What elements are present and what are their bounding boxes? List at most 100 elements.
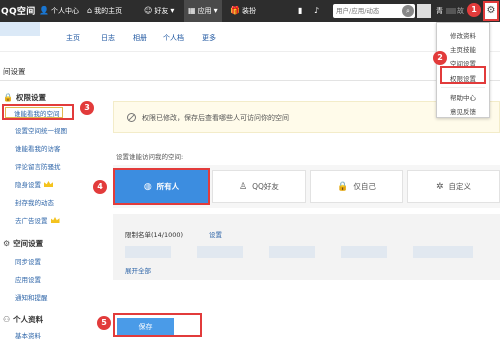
nav-label: 应用 xyxy=(197,7,212,15)
nav-dress-up[interactable]: 🎁 装扮 xyxy=(230,0,256,22)
nav-label: 好友 xyxy=(154,7,169,15)
top-bar: QQ空间 👤 个人中心 ⌂ 我的主页 ☺ 好友 ▾ ▦ 应用 ▾ 🎁 装扮 ▮ … xyxy=(0,0,500,22)
sidebar-item-label: 谁能看我的访客 xyxy=(15,145,61,153)
callout-badge-3: 3 xyxy=(80,101,94,115)
page-header: 主页 日志 相册 个人档 更多 xyxy=(0,22,500,52)
gift-icon: 🎁 xyxy=(230,6,240,15)
option-custom[interactable]: ✲ 自定义 xyxy=(407,170,500,203)
lock-icon: 🔒 xyxy=(3,93,13,102)
signal-icon[interactable]: ▮ xyxy=(298,0,302,22)
callout-box-sidebar-item xyxy=(2,104,74,120)
blurred-contact xyxy=(269,246,315,258)
avatar[interactable] xyxy=(417,4,431,18)
lock-icon: 🔒 xyxy=(337,181,349,192)
option-label: QQ好友 xyxy=(252,182,279,191)
restriction-settings-link[interactable]: 设置 xyxy=(209,229,222,239)
expand-all-link[interactable]: 展开全部 xyxy=(125,265,151,275)
blurred-contact xyxy=(341,246,387,258)
profile-icon: ⚇ xyxy=(3,315,11,324)
sidebar-item-anti-harassment[interactable]: 评论留言防骚扰 xyxy=(15,161,61,171)
nav-label: 装扮 xyxy=(241,7,256,15)
tab-blog[interactable]: 日志 xyxy=(101,33,115,43)
callout-badge-4: 4 xyxy=(93,180,107,194)
bell-icon[interactable]: ♪ xyxy=(314,0,319,22)
sidebar-item-label: 封存我的动态 xyxy=(15,199,54,207)
user-name[interactable]: 青 xyxy=(436,6,443,16)
sidebar-heading-space-settings: ⚙ 空间设置 xyxy=(3,238,43,249)
user-name-end: 故 xyxy=(457,7,464,15)
friend-icon: ♙ xyxy=(239,181,248,192)
blurred-contact xyxy=(197,246,243,258)
sidebar-item-basic-info[interactable]: 基本资料 xyxy=(15,330,41,339)
sidebar-item-sync[interactable]: 同步设置 xyxy=(15,256,41,266)
callout-box-save xyxy=(113,313,202,337)
option-only-me[interactable]: 🔒 仅自己 xyxy=(310,170,403,203)
user-name-blurred xyxy=(446,8,456,14)
sidebar-item-label: 去广告设置 xyxy=(15,217,48,225)
blurred-contact xyxy=(125,246,171,258)
tab-profile[interactable]: 个人档 xyxy=(163,33,184,43)
callout-box-gear xyxy=(483,1,499,21)
sidebar-item-label: 隐身设置 xyxy=(15,181,41,189)
search-box: ⌕ xyxy=(333,4,415,18)
menu-item-edit-profile[interactable]: 修改资料 xyxy=(437,30,489,40)
sidebar-item-invisible[interactable]: 隐身设置 xyxy=(15,179,53,189)
settings-icon: ⚙ xyxy=(3,239,11,248)
option-label: 自定义 xyxy=(448,182,472,191)
sidebar-item-notifications[interactable]: 通知和提醒 xyxy=(15,292,48,302)
divider xyxy=(0,80,500,81)
menu-divider xyxy=(441,87,485,88)
friends-icon: ☺ xyxy=(144,6,153,15)
restriction-list-panel: 限制名单(14/1000) 设置 展开全部 xyxy=(113,214,500,280)
sidebar-heading-label: 空间设置 xyxy=(13,239,44,248)
crown-icon xyxy=(50,217,60,223)
sidebar-item-label: 基本资料 xyxy=(15,332,41,339)
nav-label: 我的主页 xyxy=(94,7,123,15)
blurred-contact xyxy=(413,246,473,258)
sidebar-item-unified-view[interactable]: 设置空间统一视图 xyxy=(15,125,67,135)
custom-icon: ✲ xyxy=(435,181,444,192)
access-question: 设置谁能访问我的空间: xyxy=(116,153,184,161)
prohibited-icon xyxy=(127,113,136,122)
sidebar-item-archive-feed[interactable]: 封存我的动态 xyxy=(15,197,54,207)
nav-personal-center[interactable]: 👤 个人中心 xyxy=(39,0,79,22)
menu-item-help-center[interactable]: 帮助中心 xyxy=(437,92,489,102)
search-icon[interactable]: ⌕ xyxy=(402,5,414,17)
sidebar-heading-label: 个人资料 xyxy=(13,315,44,324)
sidebar-heading-label: 权限设置 xyxy=(15,93,46,102)
qzone-logo[interactable]: QQ空间 xyxy=(1,4,36,17)
sidebar-heading-profile: ⚇ 个人资料 xyxy=(3,314,43,325)
sidebar-item-label: 应用设置 xyxy=(15,276,41,284)
notice-text: 权限已修改，保存后查看哪些人可访问你的空间 xyxy=(142,114,289,122)
callout-badge-5: 5 xyxy=(97,316,111,330)
home-icon: ⌂ xyxy=(87,6,93,15)
nav-apps[interactable]: ▦ 应用 ▾ xyxy=(184,0,222,22)
callout-badge-1: 1 xyxy=(467,3,481,17)
option-qq-friends[interactable]: ♙ QQ好友 xyxy=(212,170,306,203)
crown-icon xyxy=(44,181,53,187)
callout-badge-2: 2 xyxy=(433,51,447,65)
nav-my-homepage[interactable]: ⌂ 我的主页 xyxy=(87,0,122,22)
chevron-down-icon: ▾ xyxy=(170,6,175,15)
callout-box-permission-menu xyxy=(440,66,486,84)
chevron-down-icon: ▾ xyxy=(213,6,218,15)
sidebar-item-label: 同步设置 xyxy=(15,258,41,266)
nav-friends[interactable]: ☺ 好友 ▾ xyxy=(144,0,174,22)
search-input[interactable] xyxy=(336,5,400,17)
nav-label: 个人中心 xyxy=(50,7,79,15)
tab-home[interactable]: 主页 xyxy=(66,33,80,43)
section-title: 间设置 xyxy=(3,67,26,76)
person-icon: 👤 xyxy=(39,6,49,15)
callout-box-everyone-option xyxy=(113,168,210,205)
menu-item-feedback[interactable]: 意见反馈 xyxy=(437,106,489,116)
brand-strip xyxy=(0,22,40,36)
sidebar-item-label: 设置空间统一视图 xyxy=(15,127,67,135)
option-label: 仅自己 xyxy=(353,182,376,191)
sidebar-item-visitor-view[interactable]: 谁能看我的访客 xyxy=(15,143,61,153)
restriction-list-title: 限制名单(14/1000) xyxy=(125,231,184,239)
tab-more[interactable]: 更多 xyxy=(202,33,216,43)
sidebar-item-ad-free[interactable]: 去广告设置 xyxy=(15,215,60,225)
sidebar-item-app-settings[interactable]: 应用设置 xyxy=(15,274,41,284)
sidebar-item-label: 通知和提醒 xyxy=(15,294,48,302)
tab-album[interactable]: 相册 xyxy=(133,33,147,43)
